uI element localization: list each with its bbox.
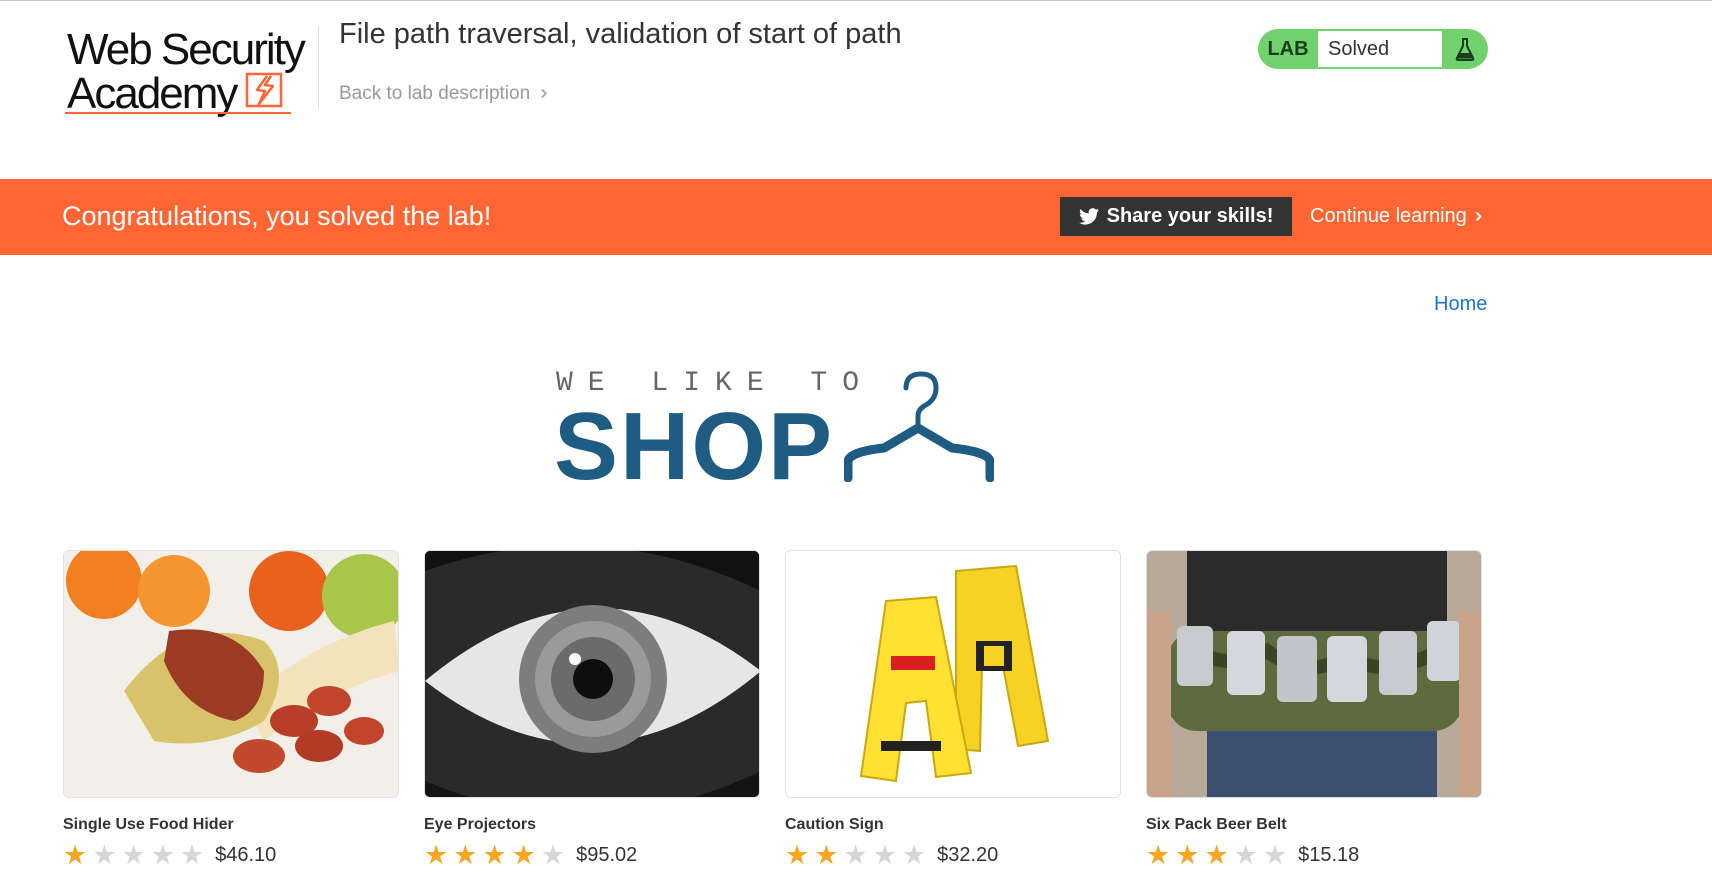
top-border (0, 0, 1712, 1)
lab-status-text: Solved (1318, 31, 1442, 67)
product-rating: ★ ★ ★ ★ ★ $95.02 (424, 842, 637, 869)
share-button-label: Share your skills! (1106, 205, 1274, 227)
header-divider (318, 26, 319, 108)
product-rating: ★ ★ ★ ★ ★ $46.10 (63, 842, 276, 869)
product-image-eye-projectors[interactable] (424, 550, 760, 798)
product-card[interactable]: Caution Sign ★ ★ ★ ★ ★ $32.20 (785, 550, 1121, 869)
product-card[interactable]: Six Pack Beer Belt ★ ★ ★ ★ ★ $15.18 (1146, 550, 1482, 869)
star-empty-icon: ★ (540, 840, 566, 870)
product-image-food-hider[interactable] (63, 550, 399, 798)
star-empty-icon: ★ (1262, 840, 1288, 870)
star-filled-icon: ★ (63, 840, 88, 870)
star-empty-icon: ★ (121, 840, 146, 870)
web-security-academy-logo[interactable]: Web Security Academy (65, 26, 315, 118)
continue-learning-label: Continue learning (1310, 205, 1467, 227)
lab-status-badge: LAB Solved (1258, 29, 1488, 69)
congratulations-message: Congratulations, you solved the lab! (62, 201, 492, 231)
product-rating: ★ ★ ★ ★ ★ $15.18 (1146, 842, 1359, 869)
star-filled-icon: ★ (453, 840, 478, 870)
twitter-icon (1078, 208, 1099, 225)
product-card[interactable]: Eye Projectors ★ ★ ★ ★ ★ $95.02 (424, 550, 760, 869)
product-name: Eye Projectors (424, 816, 537, 833)
product-image-caution-sign[interactable] (785, 550, 1121, 798)
product-price: $46.10 (215, 844, 277, 866)
star-filled-icon: ★ (814, 840, 839, 870)
double-chevron-right-icon: ›› (540, 82, 549, 104)
star-filled-icon: ★ (785, 840, 810, 870)
continue-learning-link[interactable]: Continue learning ›› (1310, 205, 1484, 228)
star-empty-icon: ★ (901, 840, 927, 870)
star-filled-icon: ★ (511, 840, 536, 870)
hanger-icon (844, 371, 994, 482)
home-link[interactable]: Home (1434, 293, 1487, 316)
back-to-lab-description-link[interactable]: Back to lab description ›› (339, 82, 549, 105)
lab-tag: LAB (1267, 37, 1309, 60)
logo-line1: Web Security (67, 25, 306, 74)
product-name: Six Pack Beer Belt (1146, 816, 1287, 833)
product-name: Single Use Food Hider (63, 816, 234, 833)
star-empty-icon: ★ (1233, 840, 1258, 870)
product-image-beer-belt[interactable] (1146, 550, 1482, 798)
lab-solved-banner: Congratulations, you solved the lab! Sha… (0, 179, 1712, 255)
logo-underline (65, 112, 291, 114)
product-price: $15.18 (1298, 844, 1360, 866)
product-price: $95.02 (576, 844, 638, 866)
star-empty-icon: ★ (843, 840, 868, 870)
star-empty-icon: ★ (150, 840, 175, 870)
lab-title: File path traversal, validation of start… (339, 18, 902, 50)
product-name: Caution Sign (785, 816, 884, 833)
star-empty-icon: ★ (92, 840, 117, 870)
product-price: $32.20 (937, 844, 999, 866)
logo-lightning-icon (245, 72, 283, 108)
share-skills-button[interactable]: Share your skills! (1060, 197, 1292, 236)
star-filled-icon: ★ (424, 840, 449, 870)
star-filled-icon: ★ (482, 840, 507, 870)
star-filled-icon: ★ (1175, 840, 1200, 870)
back-link-label: Back to lab description (339, 82, 531, 104)
star-empty-icon: ★ (179, 840, 205, 870)
product-card[interactable]: Single Use Food Hider ★ ★ ★ ★ ★ $46.10 (63, 550, 399, 869)
star-filled-icon: ★ (1204, 840, 1229, 870)
star-empty-icon: ★ (872, 840, 897, 870)
product-rating: ★ ★ ★ ★ ★ $32.20 (785, 842, 998, 869)
double-chevron-right-icon: ›› (1474, 205, 1484, 227)
star-filled-icon: ★ (1146, 840, 1171, 870)
flask-icon (1442, 37, 1488, 61)
logo-line2: Academy (67, 69, 238, 118)
shop-title: SHOP (554, 393, 835, 500)
